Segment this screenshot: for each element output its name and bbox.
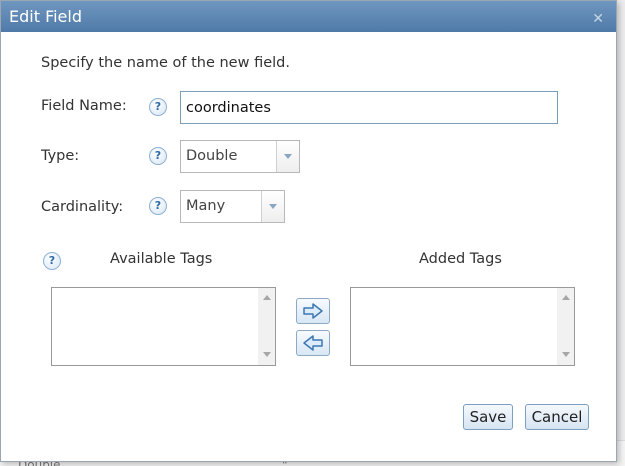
close-icon[interactable]: ✕ xyxy=(592,4,604,35)
dialog-titlebar: Edit Field ✕ xyxy=(1,1,616,32)
arrow-right-icon xyxy=(303,303,323,319)
dialog-title: Edit Field xyxy=(9,7,82,26)
field-name-input[interactable] xyxy=(180,91,558,124)
edit-field-dialog: Edit Field ✕ Specify the name of the new… xyxy=(0,0,617,462)
type-select[interactable]: Double xyxy=(180,140,300,173)
add-tag-button[interactable] xyxy=(296,298,330,324)
arrow-left-icon xyxy=(303,335,323,351)
scroll-up-icon[interactable] xyxy=(263,295,271,300)
scrollbar[interactable] xyxy=(557,288,574,365)
save-button[interactable]: Save xyxy=(463,404,513,430)
type-select-value: Double xyxy=(186,148,238,164)
help-icon[interactable]: ? xyxy=(149,98,167,116)
chevron-down-icon[interactable] xyxy=(261,191,284,222)
instruction-text: Specify the name of the new field. xyxy=(41,55,290,71)
scroll-down-icon[interactable] xyxy=(562,352,570,357)
help-icon[interactable]: ? xyxy=(149,197,167,215)
cancel-button[interactable]: Cancel xyxy=(525,404,589,430)
scroll-down-icon[interactable] xyxy=(263,352,271,357)
field-name-label: Field Name: xyxy=(41,98,127,114)
remove-tag-button[interactable] xyxy=(296,330,330,356)
scroll-up-icon[interactable] xyxy=(562,295,570,300)
available-tags-list[interactable] xyxy=(51,287,276,366)
cardinality-label: Cardinality: xyxy=(41,199,124,215)
added-tags-list[interactable] xyxy=(350,287,575,366)
scrollbar[interactable] xyxy=(258,288,275,365)
cardinality-select-value: Many xyxy=(186,198,226,214)
type-label: Type: xyxy=(41,148,80,164)
chevron-down-icon[interactable] xyxy=(276,141,299,172)
help-icon[interactable]: ? xyxy=(43,252,61,270)
cardinality-select[interactable]: Many xyxy=(180,190,285,223)
available-tags-label: Available Tags xyxy=(110,251,213,267)
added-tags-label: Added Tags xyxy=(419,251,502,267)
help-icon[interactable]: ? xyxy=(149,147,167,165)
